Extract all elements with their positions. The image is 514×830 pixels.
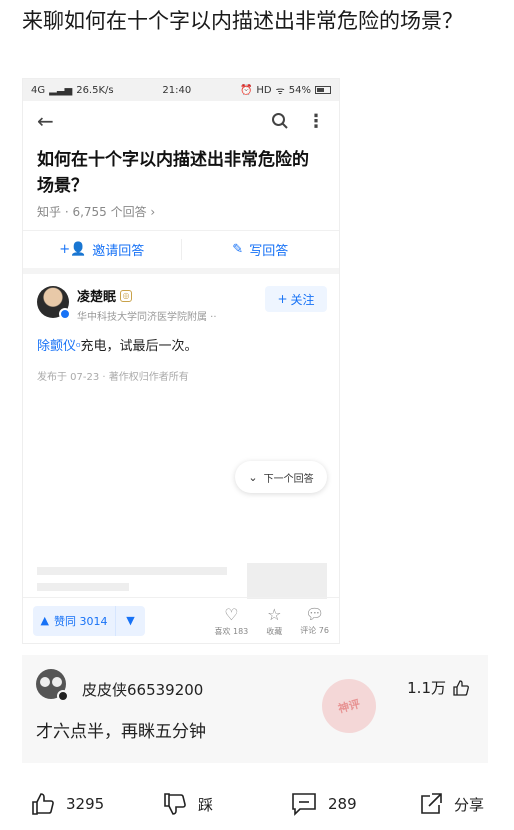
thumbs-down-icon <box>164 793 186 815</box>
signal-icon: ▂▃▅ <box>49 84 73 96</box>
upvote-button[interactable]: ▲ 赞同 3014 <box>33 613 115 629</box>
post-title: 来聊如何在十个字以内描述出非常危险的场景？ <box>22 9 463 33</box>
comment-button[interactable]: 💬︎ 评论 76 <box>300 605 329 637</box>
network-label: 4G <box>31 84 46 96</box>
like-post-button[interactable]: 3295 <box>30 791 104 817</box>
follow-label: 关注 <box>290 292 315 307</box>
battery-icon <box>315 86 331 94</box>
wifi-icon: ᯤ <box>275 86 285 97</box>
thumbs-up-icon <box>32 793 54 815</box>
question-actions: +👤 邀请回答 ✎ 写回答 <box>23 230 339 274</box>
badge-icon <box>57 690 69 702</box>
next-answer-button[interactable]: ⌄ 下一个回答 <box>235 461 327 493</box>
write-label: 写回答 <box>249 244 289 259</box>
collect-button[interactable]: ☆ 收藏 <box>266 605 282 637</box>
stamp-icon: 神评 <box>315 672 383 740</box>
share-button[interactable]: 分享 <box>418 791 484 817</box>
thumbs-up-icon <box>453 679 469 696</box>
collect-label: 收藏 <box>266 626 283 636</box>
comment-count: 289 <box>328 795 357 813</box>
action-bar: 3295 踩 289 分享 <box>0 784 514 824</box>
plus-icon: + <box>277 292 288 306</box>
answer-body: 充电，试最后一次。 <box>80 339 198 354</box>
commenter-avatar[interactable] <box>36 669 69 702</box>
follow-button[interactable]: + 关注 <box>265 286 327 312</box>
downvote-button[interactable]: ▼ <box>115 605 145 636</box>
question-title[interactable]: 如何在十个字以内描述出非常危险的场景？ <box>23 141 339 199</box>
like-button[interactable]: ♡ 喜欢 183 <box>214 605 248 637</box>
triangle-up-icon: ▲ <box>40 614 49 627</box>
more-icon[interactable]: ⋮ <box>307 111 325 132</box>
next-answer-label: 下一个回答 <box>263 473 314 485</box>
verified-badge-icon <box>59 308 71 320</box>
write-answer-button[interactable]: ✎ 写回答 <box>182 231 340 268</box>
embedded-screenshot: 4G ▂▃▅ 26.5K/s 21:40 ⏰ HD ᯤ 54% ← ⋮ 如何在十… <box>22 78 340 644</box>
double-chevron-down-icon: ⌄ <box>248 470 258 484</box>
upvote-group: ▲ 赞同 3014 ▼ <box>33 605 145 636</box>
comment-like-button[interactable]: 1.1万 <box>407 677 470 698</box>
share-icon <box>421 793 442 814</box>
battery-level: 54% <box>288 84 311 96</box>
hd-label: HD <box>256 84 272 96</box>
invite-label: 邀请回答 <box>92 244 145 259</box>
author-desc: 华中科技大学同济医学院附属 ·· <box>77 312 217 323</box>
comment-like-count: 1.1万 <box>407 679 446 697</box>
invite-icon: +👤 <box>59 242 87 257</box>
comment-icon <box>292 793 316 816</box>
comment-post-button[interactable]: 289 <box>290 791 357 817</box>
pencil-icon: ✎ <box>232 242 244 257</box>
share-label: 分享 <box>454 795 485 814</box>
answer-bottom-bar: ▲ 赞同 3014 ▼ ♡ 喜欢 183 ☆ 收藏 💬︎ 评论 76 <box>23 597 339 643</box>
invite-answer-button[interactable]: +👤 邀请回答 <box>23 231 181 268</box>
dislike-label: 踩 <box>198 795 214 814</box>
like-label: 喜欢 183 <box>214 626 249 636</box>
top-comment: 皮皮侠66539200 神评 1.1万 才六点半，再眯五分钟 <box>22 655 488 763</box>
answer-text: 除颤仪ᴼ充电，试最后一次。 <box>23 323 339 354</box>
like-count: 3295 <box>66 795 105 813</box>
commenter-name[interactable]: 皮皮侠66539200 <box>82 679 203 700</box>
upvote-label: 赞同 3014 <box>53 614 108 628</box>
answer-author: 凌楚眠 ◎ 华中科技大学同济医学院附属 ·· + 关注 <box>23 274 339 323</box>
dislike-button[interactable]: 踩 <box>162 791 213 817</box>
app-topbar: ← ⋮ <box>23 101 339 141</box>
level-badge-icon: ◎ <box>120 289 133 302</box>
net-speed: 26.5K/s <box>76 84 114 96</box>
author-name[interactable]: 凌楚眠 <box>77 286 116 305</box>
avatar[interactable] <box>37 286 71 320</box>
triangle-down-icon: ▼ <box>126 614 135 627</box>
question-meta[interactable]: 知乎 · 6,755 个回答 › <box>23 199 339 224</box>
back-arrow-icon[interactable]: ← <box>37 109 54 133</box>
comment-label: 评论 76 <box>300 625 329 635</box>
star-icon: ☆ <box>267 604 282 624</box>
clock: 21:40 <box>162 84 192 96</box>
answer-keyword[interactable]: 除颤仪 <box>37 339 76 354</box>
publish-info: 发布于 07-23 · 著作权归作者所有 <box>37 372 189 383</box>
comment-bubble-icon: 💬︎ <box>305 604 325 623</box>
alarm-icon: ⏰ <box>239 84 253 96</box>
heart-icon: ♡ <box>224 604 239 624</box>
status-bar: 4G ▂▃▅ 26.5K/s 21:40 ⏰ HD ᯤ 54% <box>23 79 339 101</box>
search-icon[interactable] <box>271 112 289 130</box>
comment-text: 才六点半，再眯五分钟 <box>36 722 206 742</box>
